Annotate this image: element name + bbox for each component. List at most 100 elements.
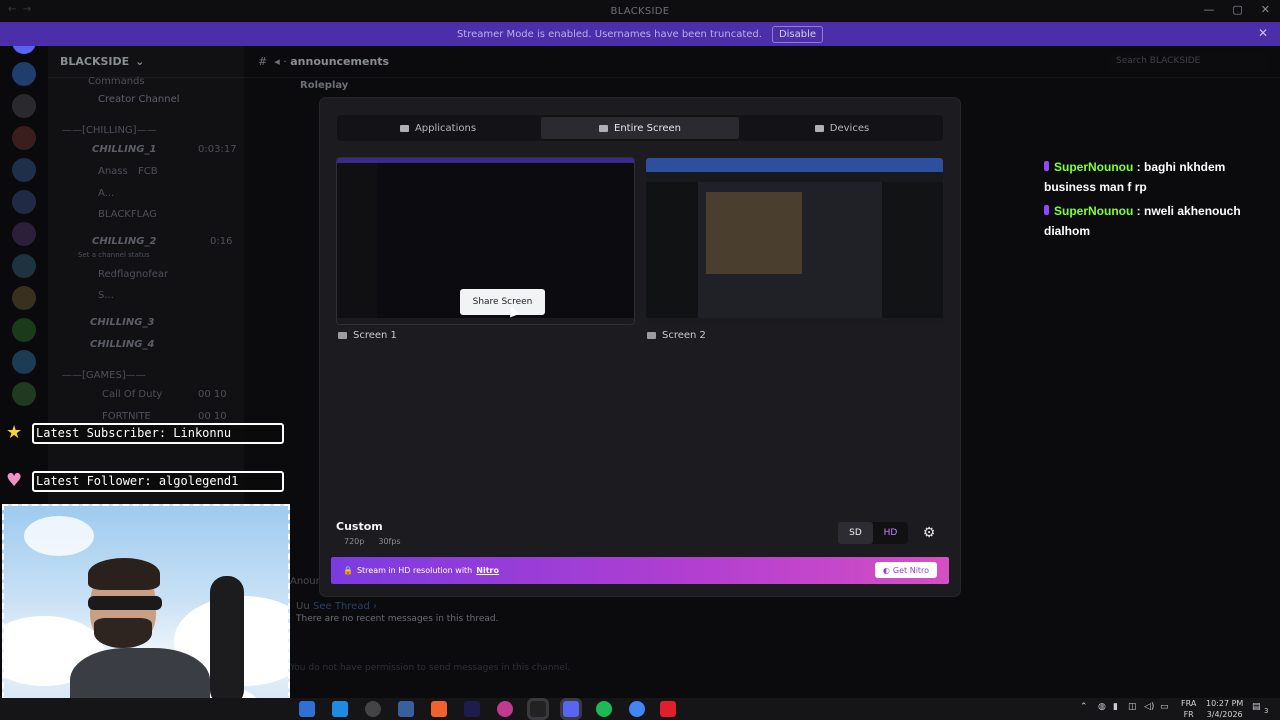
nav-arrows-icon[interactable]: ← → [8, 4, 31, 15]
server-icon[interactable] [12, 222, 36, 246]
minimize-button[interactable]: — [1203, 3, 1214, 16]
webcam-overlay [2, 504, 290, 718]
server-icon[interactable] [12, 94, 36, 118]
keyboard-code: FR [1183, 710, 1194, 719]
camera-icon [814, 124, 824, 132]
app-icon[interactable] [398, 701, 414, 717]
search-input[interactable]: Search BLACKSIDE [1108, 53, 1268, 71]
nitro-link[interactable]: Nitro [476, 566, 499, 575]
screen-1-label: Screen 1 [338, 330, 397, 341]
sidebar-user[interactable]: BLACKFLAG [98, 209, 157, 220]
server-icon[interactable] [12, 382, 36, 406]
preview-taskbar [646, 318, 943, 324]
sidebar-user[interactable]: S... [98, 290, 114, 301]
chrome-icon[interactable] [629, 701, 645, 717]
server-icon[interactable] [12, 318, 36, 342]
window-icon [399, 124, 409, 132]
server-icon[interactable] [12, 158, 36, 182]
sidebar-item[interactable]: Commands [88, 76, 145, 87]
monitor-icon [647, 332, 656, 339]
mic-badge-icon [1044, 205, 1049, 215]
acrobat-icon[interactable] [660, 701, 676, 717]
see-thread-link[interactable]: See Thread › [313, 601, 377, 612]
tray-icon[interactable]: ◍ [1098, 702, 1106, 712]
maximize-button[interactable]: ▢ [1232, 3, 1242, 16]
title-bar: ← → BLACKSIDE — ▢ ✕ [0, 0, 1280, 22]
app-icon[interactable] [365, 701, 381, 717]
server-icon[interactable] [12, 350, 36, 374]
mic-badge-icon [1044, 161, 1049, 171]
get-nitro-button[interactable]: ◐ Get Nitro [875, 562, 937, 578]
server-icon[interactable] [12, 190, 36, 214]
source-tabs: Applications Entire Screen Devices [337, 115, 943, 141]
chevron-up-icon[interactable]: ⌃ [1080, 702, 1088, 712]
sidebar-item-chilling-4[interactable]: CHILLING_4 [90, 339, 154, 350]
sidebar-user[interactable]: Redflagnofear [98, 269, 168, 280]
server-icon[interactable] [12, 254, 36, 278]
latest-follower: Latest Follower: algolegend1 [32, 471, 284, 492]
sidebar-item-call-of-duty[interactable]: Call Of Duty [102, 389, 162, 400]
notification-icon[interactable]: ▤ [1252, 702, 1261, 712]
banner-text: Streamer Mode is enabled. Usernames have… [456, 28, 762, 40]
screen-2-preview[interactable] [646, 158, 943, 324]
glasses-shape [88, 596, 162, 610]
hd-option[interactable]: HD [873, 522, 908, 544]
sidebar-divider: ——[CHILLING]—— [62, 125, 157, 136]
app-icon[interactable] [332, 701, 348, 717]
heart-icon: ♥ [6, 470, 23, 491]
sidebar-item-chilling-3[interactable]: CHILLING_3 [90, 317, 154, 328]
channel-status-hint[interactable]: Set a channel status [78, 251, 150, 259]
app-icon[interactable] [497, 701, 513, 717]
close-icon[interactable]: ✕ [1258, 26, 1268, 40]
sidebar-item-chilling-1[interactable]: CHILLING_1 [92, 144, 156, 155]
screen-label: Screen 1 [353, 330, 397, 341]
sidebar-divider: ——[GAMES]—— [62, 370, 146, 381]
stream-quality: Custom 720p 30fps [336, 520, 401, 546]
stream-chat-message: SuperNounou : nweli akhenouch dialhom [1044, 204, 1241, 238]
network-icon[interactable]: ◫ [1128, 702, 1137, 712]
taskbar: ⌃ ◍ ▮ ◫ ◁) ▭ FRA FR 10:27 PM 3/4/2026 ▤ … [0, 698, 1280, 720]
tab-entire-screen[interactable]: Entire Screen [541, 117, 739, 139]
screen-1-preview[interactable]: Share Screen [337, 158, 634, 324]
clock-date: 3/4/2026 [1206, 710, 1243, 719]
sd-option[interactable]: SD [838, 522, 873, 544]
battery-icon[interactable]: ▭ [1160, 702, 1169, 712]
sidebar-user[interactable]: A... [98, 188, 114, 199]
share-screen-button[interactable]: Share Screen [460, 289, 545, 315]
channel-name: announcements [290, 55, 390, 68]
channel-timer: 0:03:17 [198, 144, 237, 155]
tab-label: Applications [414, 122, 477, 134]
spotify-icon[interactable] [596, 701, 612, 717]
tab-devices[interactable]: Devices [743, 117, 941, 139]
after-effects-icon[interactable] [464, 701, 480, 717]
store-icon[interactable] [299, 701, 315, 717]
channel-timer: 0:16 [210, 236, 233, 247]
volume-icon[interactable]: ◁) [1144, 702, 1154, 712]
tab-applications[interactable]: Applications [339, 117, 537, 139]
server-icon[interactable] [12, 62, 36, 86]
user-tag: FCB [138, 166, 158, 177]
sidebar-item[interactable]: Creator Channel [98, 94, 180, 105]
gear-icon[interactable]: ⚙ [921, 525, 937, 541]
clock[interactable]: 10:27 PM 3/4/2026 [1206, 698, 1243, 720]
sidebar-user[interactable]: Anass [98, 166, 128, 177]
sidebar-item-fortnite[interactable]: FORTNITE [102, 411, 151, 422]
close-window-button[interactable]: ✕ [1261, 3, 1270, 16]
server-icon[interactable] [12, 126, 36, 150]
sidebar-item-chilling-2[interactable]: CHILLING_2 [92, 236, 156, 247]
monitor-icon [599, 124, 609, 132]
thread-user: Uu [296, 601, 310, 612]
discord-icon[interactable] [563, 701, 579, 717]
chat-username: SuperNounou [1054, 160, 1134, 174]
preview-site-sidebar [646, 182, 698, 318]
preview-chat [882, 182, 943, 318]
channel-limit: 00 10 [198, 389, 227, 400]
disable-button[interactable]: Disable [771, 25, 824, 43]
app-icon[interactable] [530, 701, 546, 717]
mic-icon[interactable]: ▮ [1113, 702, 1118, 712]
brave-icon[interactable] [431, 701, 447, 717]
server-header[interactable]: BLACKSIDE ⌄ [48, 46, 244, 78]
server-icon[interactable] [12, 286, 36, 310]
language-indicator[interactable]: FRA FR [1181, 698, 1196, 720]
tab-label: Entire Screen [614, 122, 681, 134]
